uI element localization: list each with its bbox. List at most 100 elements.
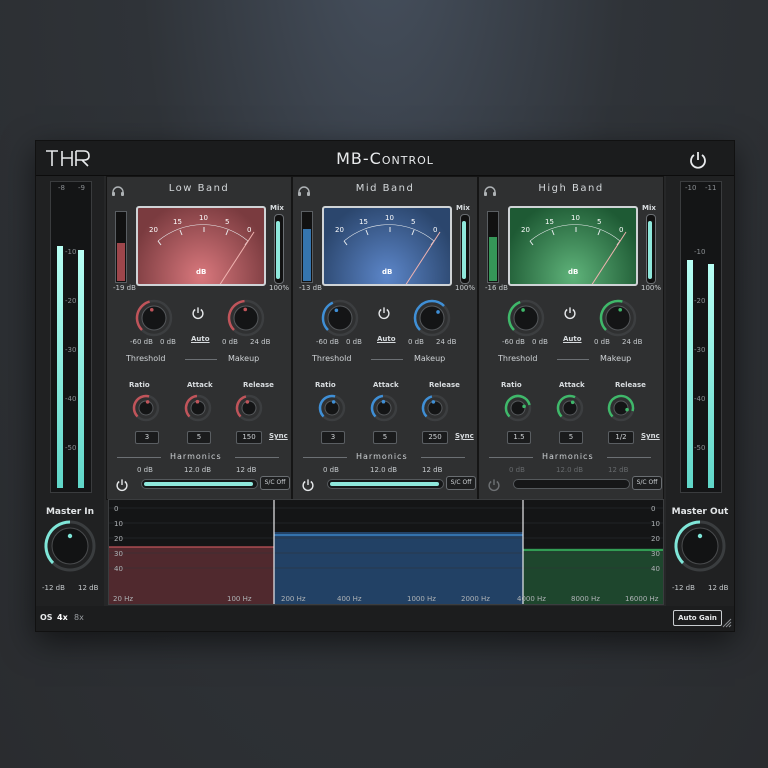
freq-label: 2000 Hz (461, 595, 490, 603)
auto-button[interactable]: Auto (563, 335, 582, 343)
release-knob[interactable] (421, 394, 449, 422)
vu-tick: 5 (411, 218, 416, 226)
attack-value[interactable]: 5 (373, 431, 397, 444)
attack-value[interactable]: 5 (187, 431, 211, 444)
vu-tick: 10 (571, 214, 580, 222)
resize-grip-icon[interactable] (722, 618, 732, 628)
spectrum-analyzer[interactable]: 20 Hz 100 Hz 200 Hz 400 Hz 1000 Hz 2000 Hz 400… (108, 499, 664, 605)
mix-value: 100% (641, 284, 662, 292)
sidechain-button[interactable]: S/C Off (446, 476, 476, 490)
threshold-knob[interactable] (507, 299, 545, 337)
vu-tick: 20 (335, 226, 344, 234)
auto-power-icon[interactable] (191, 306, 205, 320)
mix-slider[interactable] (460, 214, 470, 284)
master-out-label: Master Out (671, 507, 729, 517)
harmonics-max: 12 dB (422, 466, 443, 474)
analyzer-graph: 20 Hz 100 Hz 200 Hz 400 Hz 1000 Hz 2000 Hz 400… (109, 500, 663, 604)
ratio-value[interactable]: 3 (135, 431, 159, 444)
attack-label: Attack (187, 381, 213, 389)
release-value[interactable]: 250 (422, 431, 448, 444)
makeup-knob[interactable] (599, 299, 637, 337)
harmonics-slider[interactable] (513, 479, 630, 489)
freq-label: 16000 Hz (625, 595, 659, 603)
master-in-knob[interactable] (42, 518, 98, 574)
oversampling-8x[interactable]: 8x (74, 613, 84, 622)
sidechain-button[interactable]: S/C Off (260, 476, 290, 490)
db-label-right: 20 (651, 535, 660, 543)
threshold-min: -60 dB (502, 338, 525, 346)
vu-tick: 5 (225, 218, 230, 226)
mix-slider-fill (648, 221, 652, 279)
band-meter-value: -19 dB (113, 284, 136, 292)
release-value[interactable]: 150 (236, 431, 262, 444)
harmonics-value: 12.0 dB (184, 466, 212, 474)
ratio-knob[interactable] (318, 394, 346, 422)
ratio-knob[interactable] (132, 394, 160, 422)
mix-slider[interactable] (646, 214, 656, 284)
makeup-knob[interactable] (227, 299, 265, 337)
master-out-knob[interactable] (672, 518, 728, 574)
vu-tick: 5 (597, 218, 602, 226)
power-icon[interactable] (688, 150, 708, 170)
meter-peak-right: -9 (78, 184, 85, 192)
sync-button[interactable]: Sync (455, 432, 474, 440)
release-value[interactable]: 1/2 (608, 431, 634, 444)
threshold-knob[interactable] (321, 299, 359, 337)
vu-tick: 10 (385, 214, 394, 222)
release-knob[interactable] (235, 394, 263, 422)
attack-knob[interactable] (184, 394, 212, 422)
sync-button[interactable]: Sync (641, 432, 660, 440)
scale-label: -30 (694, 346, 706, 354)
harmonics-power-icon[interactable] (115, 478, 129, 492)
db-label-right: 40 (651, 565, 660, 573)
vu-meter: 20 15 10 5 0 dB (136, 206, 266, 286)
makeup-knob[interactable] (413, 299, 451, 337)
title-bar: MB-Control (36, 141, 734, 176)
auto-button[interactable]: Auto (377, 335, 396, 343)
oversampling-label: OS (40, 613, 53, 622)
vu-tick: 20 (521, 226, 530, 234)
sync-button[interactable]: Sync (269, 432, 288, 440)
harmonics-power-icon[interactable] (487, 478, 501, 492)
band-title: High Band (538, 183, 604, 194)
vu-tick: 0 (247, 226, 252, 234)
divider (303, 457, 347, 458)
auto-power-icon[interactable] (377, 306, 391, 320)
harmonics-value: 12.0 dB (370, 466, 398, 474)
mix-slider[interactable] (274, 214, 284, 284)
auto-button[interactable]: Auto (191, 335, 210, 343)
vu-tick: 10 (199, 214, 208, 222)
band-input-meter-fill (489, 236, 497, 281)
oversampling-4x[interactable]: 4x (57, 613, 68, 622)
ratio-knob[interactable] (504, 394, 532, 422)
mix-label: Mix (456, 204, 470, 212)
sidechain-button[interactable]: S/C Off (632, 476, 662, 490)
attack-value[interactable]: 5 (559, 431, 583, 444)
threshold-knob[interactable] (135, 299, 173, 337)
ratio-value[interactable]: 1.5 (507, 431, 531, 444)
attack-label: Attack (373, 381, 399, 389)
auto-gain-button[interactable]: Auto Gain (673, 610, 722, 626)
attack-knob[interactable] (556, 394, 584, 422)
auto-power-icon[interactable] (563, 306, 577, 320)
ratio-label: Ratio (129, 381, 150, 389)
db-label-left: 20 (114, 535, 123, 543)
release-label: Release (429, 381, 460, 389)
release-knob[interactable] (607, 394, 635, 422)
harmonics-power-icon[interactable] (301, 478, 315, 492)
master-in-min: -12 dB (42, 584, 65, 592)
scale-label: -10 (65, 248, 77, 256)
threshold-min: -60 dB (130, 338, 153, 346)
harmonics-slider-fill (144, 482, 253, 486)
attack-knob[interactable] (370, 394, 398, 422)
harmonics-min: 0 dB (137, 466, 153, 474)
threshold-max: 0 dB (346, 338, 362, 346)
meter-peak-left: -8 (58, 184, 65, 192)
scale-label: -40 (65, 395, 77, 403)
harmonics-slider[interactable] (327, 479, 444, 489)
makeup-label: Makeup (414, 354, 446, 363)
harmonics-slider[interactable] (141, 479, 258, 489)
ratio-label: Ratio (315, 381, 336, 389)
band-input-meter (115, 211, 127, 283)
ratio-value[interactable]: 3 (321, 431, 345, 444)
